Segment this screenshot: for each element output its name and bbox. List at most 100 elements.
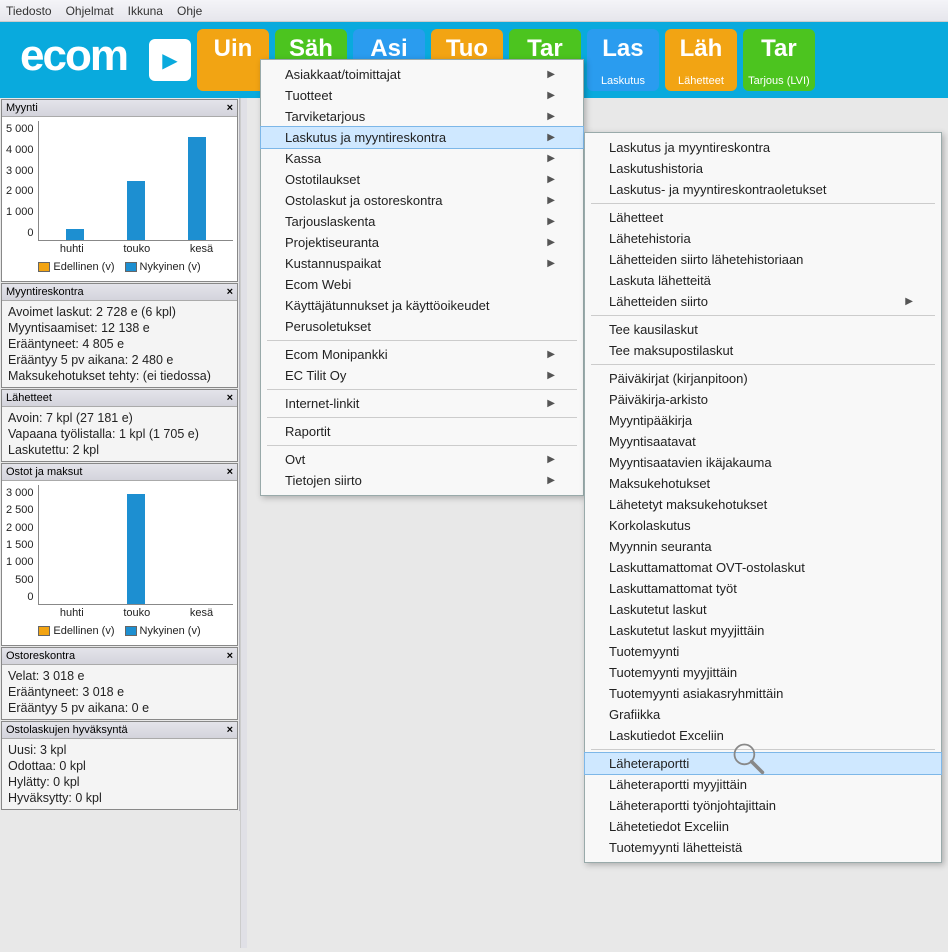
- menu-item[interactable]: Tuotemyynti: [585, 641, 941, 662]
- info-line: Avoin: 7 kpl (27 181 e): [8, 410, 231, 426]
- panel-title: Ostolaskujen hyväksyntä: [6, 724, 128, 736]
- menu-item[interactable]: Laskuttamattomat OVT-ostolaskut: [585, 557, 941, 578]
- chevron-right-icon: ▶: [547, 216, 555, 227]
- menu-item[interactable]: Grafiikka: [585, 704, 941, 725]
- menu-item[interactable]: Päiväkirja-arkisto: [585, 389, 941, 410]
- menu-item[interactable]: Ecom Monipankki▶: [261, 344, 583, 365]
- menu-item[interactable]: Käyttäjätunnukset ja käyttöoikeudet: [261, 295, 583, 316]
- info-line: Maksukehotukset tehty: (ei tiedossa): [8, 368, 231, 384]
- chevron-right-icon: ▶: [547, 174, 555, 185]
- menu-item[interactable]: Myyntisaatavat: [585, 431, 941, 452]
- close-icon[interactable]: ×: [227, 102, 233, 114]
- close-icon[interactable]: ×: [227, 392, 233, 404]
- close-icon[interactable]: ×: [227, 724, 233, 736]
- menu-item[interactable]: Internet-linkit▶: [261, 393, 583, 414]
- chevron-right-icon: ▶: [547, 69, 555, 80]
- chevron-right-icon: ▶: [547, 475, 555, 486]
- menu-item[interactable]: Myyntisaatavien ikäjakauma: [585, 452, 941, 473]
- menu-item[interactable]: Tuotteet▶: [261, 85, 583, 106]
- menu-item[interactable]: Laskuta lähetteitä: [585, 270, 941, 291]
- menu-item[interactable]: Lähetteet: [585, 207, 941, 228]
- menu-help[interactable]: Ohje: [177, 4, 202, 18]
- menu-item[interactable]: Perusoletukset: [261, 316, 583, 337]
- panel-ostolaskujen: Ostolaskujen hyväksyntä × Uusi: 3 kplOdo…: [1, 721, 238, 810]
- menu-item[interactable]: Läheteraportti: [585, 753, 941, 774]
- toolbar-button-6[interactable]: LähLähetteet: [665, 29, 737, 91]
- menu-item[interactable]: EC Tilit Oy▶: [261, 365, 583, 386]
- menu-item[interactable]: Ovt▶: [261, 449, 583, 470]
- menu-item[interactable]: Raportit: [261, 421, 583, 442]
- menu-item[interactable]: Ostolaskut ja ostoreskontra▶: [261, 190, 583, 211]
- chevron-right-icon: ▶: [905, 296, 913, 307]
- play-button[interactable]: ▶: [149, 39, 191, 81]
- menu-item[interactable]: Tietojen siirto▶: [261, 470, 583, 491]
- menu-item[interactable]: Korkolaskutus: [585, 515, 941, 536]
- menu-item[interactable]: Lähetehistoria: [585, 228, 941, 249]
- menu-item[interactable]: Lähetetyt maksukehotukset: [585, 494, 941, 515]
- info-line: Uusi: 3 kpl: [8, 742, 231, 758]
- toolbar-button-0[interactable]: Uin: [197, 29, 269, 91]
- menu-item[interactable]: Tee maksupostilaskut: [585, 340, 941, 361]
- menu-item[interactable]: Kassa▶: [261, 148, 583, 169]
- menu-item[interactable]: Läheteraportti työnjohtajittain: [585, 795, 941, 816]
- menu-window[interactable]: Ikkuna: [128, 4, 163, 18]
- menu-item[interactable]: Läheteraportti myyjittäin: [585, 774, 941, 795]
- toolbar-button-7[interactable]: TarTarjous (LVI): [743, 29, 815, 91]
- info-line: Hylätty: 0 kpl: [8, 774, 231, 790]
- menu-item[interactable]: Laskutetut laskut myyjittäin: [585, 620, 941, 641]
- menu-item[interactable]: Maksukehotukset: [585, 473, 941, 494]
- menu-item[interactable]: Lähetteiden siirto▶: [585, 291, 941, 312]
- sidebar-scrollbar[interactable]: [240, 98, 247, 948]
- info-line: Erääntyneet: 3 018 e: [8, 684, 231, 700]
- chart-myynti: 5 0004 0003 0002 0001 0000huhtitoukokesä…: [2, 117, 237, 281]
- sidebar: Myynti × 5 0004 0003 0002 0001 0000huhti…: [0, 98, 240, 811]
- info-line: Erääntyneet: 4 805 e: [8, 336, 231, 352]
- panel-title: Lähetteet: [6, 392, 52, 404]
- toolbar-button-5[interactable]: LasLaskutus: [587, 29, 659, 91]
- close-icon[interactable]: ×: [227, 650, 233, 662]
- close-icon[interactable]: ×: [227, 286, 233, 298]
- menu-item[interactable]: Tuotemyynti lähetteistä: [585, 837, 941, 858]
- menu-item[interactable]: Laskutus ja myyntireskontra▶: [261, 127, 583, 148]
- panel-title: Myynti: [6, 102, 38, 114]
- chart-ostot: 3 0002 5002 0001 5001 0005000huhtitoukok…: [2, 481, 237, 645]
- close-icon[interactable]: ×: [227, 466, 233, 478]
- menu-item[interactable]: Tee kausilaskut: [585, 319, 941, 340]
- panel-myynti: Myynti × 5 0004 0003 0002 0001 0000huhti…: [1, 99, 238, 282]
- menu-item[interactable]: Laskuttamattomat työt: [585, 578, 941, 599]
- menu-item[interactable]: Laskutetut laskut: [585, 599, 941, 620]
- menu-item[interactable]: Projektiseuranta▶: [261, 232, 583, 253]
- chevron-right-icon: ▶: [547, 258, 555, 269]
- chevron-right-icon: ▶: [547, 370, 555, 381]
- panel-title: Ostoreskontra: [6, 650, 75, 662]
- bar: [188, 137, 206, 240]
- menu-item[interactable]: Päiväkirjat (kirjanpitoon): [585, 368, 941, 389]
- menu-programs[interactable]: Ohjelmat: [66, 4, 114, 18]
- menu-item[interactable]: Myyntipääkirja: [585, 410, 941, 431]
- info-line: Erääntyy 5 pv aikana: 0 e: [8, 700, 231, 716]
- menu-item[interactable]: Tuotemyynti myyjittäin: [585, 662, 941, 683]
- chevron-right-icon: ▶: [547, 90, 555, 101]
- menu-file[interactable]: Tiedosto: [6, 4, 52, 18]
- menu-item[interactable]: Laskutiedot Exceliin: [585, 725, 941, 746]
- menu-item[interactable]: Ecom Webi: [261, 274, 583, 295]
- bar: [66, 229, 84, 240]
- menu-item[interactable]: Asiakkaat/toimittajat▶: [261, 64, 583, 85]
- bar: [127, 494, 145, 604]
- menu-item[interactable]: Laskutus- ja myyntireskontraoletukset: [585, 179, 941, 200]
- menu-item[interactable]: Lähetteiden siirto lähetehistoriaan: [585, 249, 941, 270]
- info-line: Vapaana työlistalla: 1 kpl (1 705 e): [8, 426, 231, 442]
- menu-item[interactable]: Laskutushistoria: [585, 158, 941, 179]
- menu-item[interactable]: Tarjouslaskenta▶: [261, 211, 583, 232]
- menu-item[interactable]: Ostotilaukset▶: [261, 169, 583, 190]
- menu-item[interactable]: Laskutus ja myyntireskontra: [585, 137, 941, 158]
- menu-item[interactable]: Tarviketarjous▶: [261, 106, 583, 127]
- menu-item[interactable]: Myynnin seuranta: [585, 536, 941, 557]
- chevron-right-icon: ▶: [547, 237, 555, 248]
- menu-item[interactable]: Kustannuspaikat▶: [261, 253, 583, 274]
- panel-lahetteet: Lähetteet × Avoin: 7 kpl (27 181 e)Vapaa…: [1, 389, 238, 462]
- menu-item[interactable]: Lähetetiedot Exceliin: [585, 816, 941, 837]
- menu-item[interactable]: Tuotemyynti asiakasryhmittäin: [585, 683, 941, 704]
- panel-title: Myyntireskontra: [6, 286, 84, 298]
- info-line: Hyväksytty: 0 kpl: [8, 790, 231, 806]
